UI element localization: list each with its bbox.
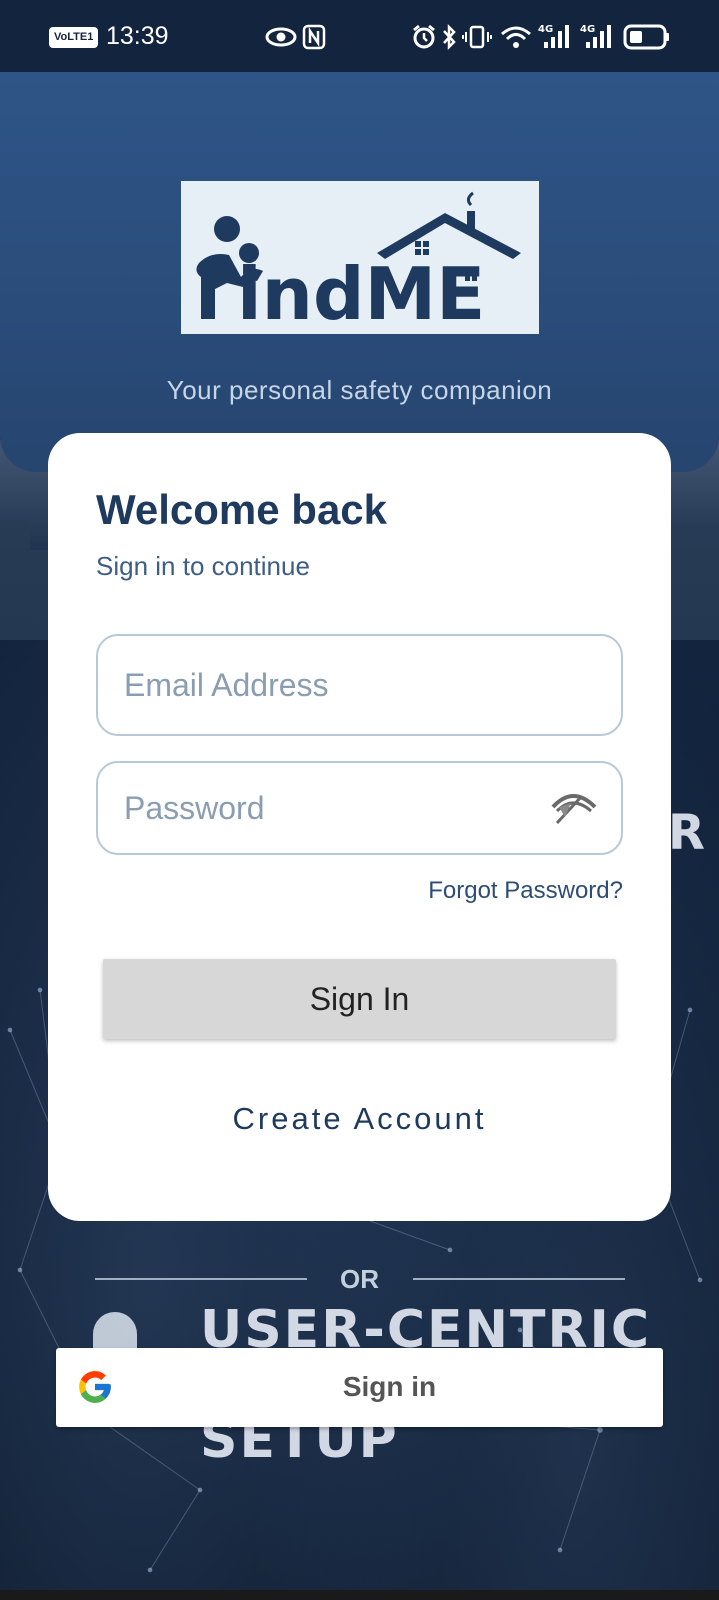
battery-icon — [623, 24, 669, 50]
tagline: Your personal safety companion — [166, 375, 553, 405]
password-field[interactable] — [96, 761, 623, 855]
app-logo: indME — [181, 181, 539, 336]
wifi-icon — [501, 26, 531, 48]
bluetooth-icon — [443, 24, 456, 50]
signal-4g-icon: 4G — [538, 24, 569, 48]
volte-badge: VoLTE1 — [49, 27, 99, 48]
signal-4g-icon: 4G — [580, 24, 611, 48]
background-text-fragment: R — [668, 805, 707, 861]
create-account-link[interactable]: Create Account — [48, 1101, 671, 1137]
sim-number: 1 — [87, 31, 94, 43]
status-bar: VoLTE1 13:39 4G 4G — [0, 0, 719, 72]
password-input[interactable] — [124, 763, 564, 853]
email-field[interactable] — [96, 634, 623, 736]
svg-text:4G: 4G — [538, 24, 553, 35]
login-card: Welcome back Sign in to continue Forgot … — [48, 433, 671, 1221]
sign-in-button[interactable]: Sign In — [103, 959, 616, 1039]
google-sign-in-button[interactable]: Sign in — [56, 1348, 663, 1427]
forgot-password-link[interactable]: Forgot Password? — [428, 877, 623, 905]
clock: 13:39 — [106, 22, 169, 50]
volte-label: VoLTE — [54, 31, 88, 43]
page-subtitle: Sign in to continue — [96, 551, 310, 581]
google-sign-in-label: Sign in — [342, 1371, 437, 1402]
alarm-icon — [413, 24, 435, 49]
logo-lettering: indME — [237, 252, 485, 334]
navigation-bar — [0, 1590, 719, 1600]
page-title: Welcome back — [96, 486, 388, 533]
findme-logo-icon: indME — [196, 191, 521, 336]
or-divider-label: OR — [340, 1264, 379, 1294]
password-visibility-toggle-icon[interactable] — [551, 789, 597, 825]
svg-text:4G: 4G — [580, 24, 595, 35]
email-input[interactable] — [124, 636, 564, 734]
vibrate-icon — [462, 25, 492, 49]
eye-icon — [265, 27, 297, 47]
nfc-icon — [302, 24, 326, 50]
